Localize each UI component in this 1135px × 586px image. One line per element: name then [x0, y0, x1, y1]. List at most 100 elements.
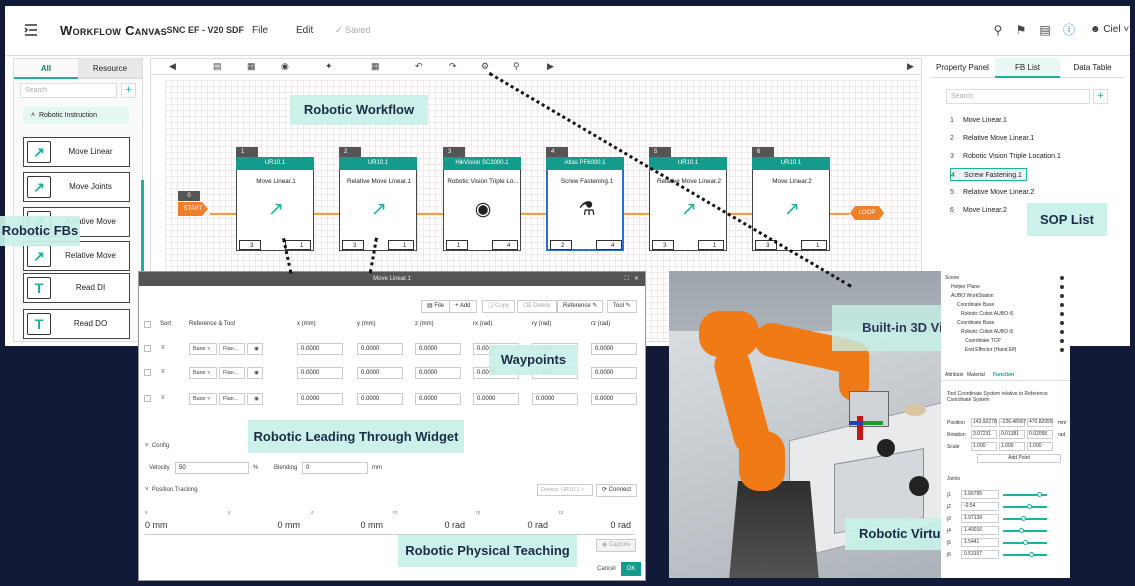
- fb-move-joints[interactable]: ↗ Move Joints: [23, 172, 130, 202]
- joint-input[interactable]: 1.5441: [961, 538, 999, 547]
- robot-icon[interactable]: ⚙: [481, 61, 489, 72]
- fb-read-do[interactable]: T Read DO: [23, 309, 130, 339]
- workflow-node[interactable]: 2 UR10.1 Relative Move Linear.1 ↗ 3 1: [339, 147, 417, 251]
- select-all-checkbox[interactable]: [144, 321, 151, 328]
- reference-select[interactable]: Base ˅: [189, 393, 217, 405]
- waypoint-value-input[interactable]: 0.0000: [297, 343, 343, 355]
- grid-icon[interactable]: ▦: [247, 61, 256, 72]
- visibility-icon[interactable]: [1060, 285, 1064, 289]
- menu-icon[interactable]: [23, 22, 39, 38]
- tab-data-table[interactable]: Data Table: [1060, 58, 1125, 78]
- connect-button[interactable]: ⟳ Connect: [596, 484, 638, 497]
- transform-input[interactable]: 143.92278: [971, 418, 997, 427]
- scene-tree-item[interactable]: Scene: [945, 274, 959, 282]
- joint-input[interactable]: 0.53157: [961, 550, 999, 559]
- menu-edit[interactable]: Edit: [296, 25, 313, 36]
- waypoint-value-input[interactable]: 0.0000: [591, 343, 637, 355]
- waypoint-value-input[interactable]: 0.0000: [415, 393, 461, 405]
- sop-search-input[interactable]: Search: [946, 89, 1090, 104]
- node-output-pin[interactable]: 4: [492, 240, 518, 250]
- slider-handle[interactable]: [1021, 516, 1026, 521]
- node-input-pin[interactable]: 3: [239, 240, 261, 250]
- transform-input[interactable]: 1.000: [1027, 442, 1053, 451]
- slider-handle[interactable]: [1029, 552, 1034, 557]
- joint-slider[interactable]: [1003, 506, 1047, 508]
- joint-input[interactable]: 1.66795: [961, 490, 999, 499]
- tool-select[interactable]: Flan...: [219, 343, 245, 355]
- tree-icon[interactable]: ⚲: [513, 61, 520, 72]
- expand-icon[interactable]: ▶: [907, 61, 914, 72]
- reference-button[interactable]: Reference ✎: [557, 300, 604, 313]
- sop-item[interactable]: 2 Relative Move Linear.1: [950, 132, 1034, 145]
- scene-tree-item[interactable]: Robotic Cobot AUBO i5: [961, 310, 1013, 318]
- menu-file[interactable]: File: [252, 25, 268, 36]
- transform-input[interactable]: -226.48907: [999, 418, 1026, 427]
- collapse-icon[interactable]: ◀: [169, 61, 176, 72]
- row-checkbox[interactable]: [144, 369, 151, 376]
- scene-tree-item[interactable]: End Effector (Hand Elf): [965, 346, 1016, 354]
- tab-fb-list[interactable]: FB List: [995, 58, 1060, 78]
- undo-icon[interactable]: ↶: [415, 61, 423, 72]
- tracking-section[interactable]: ˅ Position Tracking: [145, 487, 198, 493]
- tab-function[interactable]: Function: [993, 372, 1014, 378]
- node-output-pin[interactable]: 4: [596, 240, 622, 250]
- scene-tree-item[interactable]: Coordinate Base: [957, 319, 994, 327]
- waypoint-value-input[interactable]: 0.0000: [357, 343, 403, 355]
- scene-tree-item[interactable]: AUBO WorkStation: [951, 292, 994, 300]
- workflow-node[interactable]: 1 UR10.1 Move Linear.1 ↗ 3 1: [236, 147, 314, 251]
- slider-handle[interactable]: [1037, 492, 1042, 497]
- document-icon[interactable]: ▤: [1037, 22, 1053, 38]
- eye-icon[interactable]: ◉: [247, 367, 263, 379]
- reference-select[interactable]: Base ˅: [189, 343, 217, 355]
- workflow-node[interactable]: 3 HikVision SC3000.1 Robotic Vision Trip…: [443, 147, 521, 251]
- cancel-button[interactable]: Cancel: [597, 566, 616, 572]
- node-input-pin[interactable]: 2: [550, 240, 572, 250]
- section-robotic-instruction[interactable]: ˄ Robotic Instruction: [23, 107, 129, 124]
- visibility-icon[interactable]: [1060, 303, 1064, 307]
- scene-tree-item[interactable]: Helper Plane: [951, 283, 980, 291]
- tool-button[interactable]: Tool ✎: [607, 300, 637, 313]
- tab-material[interactable]: Material: [967, 372, 985, 378]
- transform-input[interactable]: 3.07231: [971, 430, 997, 439]
- fb-search-input[interactable]: Search: [20, 83, 117, 98]
- row-checkbox[interactable]: [144, 395, 151, 402]
- waypoint-value-input[interactable]: 0.0000: [473, 393, 519, 405]
- waypoint-value-input[interactable]: 0.0000: [532, 393, 578, 405]
- node-output-pin[interactable]: 1: [801, 240, 827, 250]
- transform-input[interactable]: 0.01381: [999, 430, 1025, 439]
- visibility-icon[interactable]: [1060, 321, 1064, 325]
- reference-select[interactable]: Base ˅: [189, 367, 217, 379]
- node-input-pin[interactable]: 3: [652, 240, 674, 250]
- node-output-pin[interactable]: 1: [388, 240, 414, 250]
- export-icon[interactable]: ▦: [371, 61, 380, 72]
- view-icon[interactable]: ◉: [281, 61, 289, 72]
- node-input-pin[interactable]: 3: [342, 240, 364, 250]
- drag-handle-icon[interactable]: ≡: [161, 369, 165, 375]
- scene-tree-item[interactable]: Coordinate TCP: [965, 337, 1001, 345]
- start-node[interactable]: 0 START: [178, 191, 208, 216]
- help-icon[interactable]: ⓘ: [1061, 22, 1077, 38]
- add-button[interactable]: + Add: [449, 300, 477, 313]
- joint-input[interactable]: 1.97139: [961, 514, 999, 523]
- slider-handle[interactable]: [1027, 504, 1032, 509]
- tool-select[interactable]: Flan...: [219, 367, 245, 379]
- add-sop-button[interactable]: +: [1093, 89, 1108, 104]
- fb-read-di[interactable]: T Read DI: [23, 273, 130, 303]
- node-output-pin[interactable]: 1: [698, 240, 724, 250]
- tab-attribute[interactable]: Attribute: [945, 372, 964, 378]
- tab-property-panel[interactable]: Property Panel: [930, 58, 995, 78]
- blending-input[interactable]: 0: [302, 462, 368, 474]
- maximize-icon[interactable]: ⛶: [625, 272, 629, 286]
- delete-button[interactable]: ⌫ Delete: [517, 300, 557, 313]
- tab-resource[interactable]: Resource: [78, 59, 142, 79]
- bell-icon[interactable]: ⚑: [1013, 22, 1029, 38]
- eye-icon[interactable]: ◉: [247, 343, 263, 355]
- device-select[interactable]: Device: UR10.1 ˅: [537, 484, 593, 496]
- waypoint-value-input[interactable]: 0.0000: [357, 367, 403, 379]
- back-link[interactable]: ← SNC EF - V20 SDF: [155, 25, 244, 35]
- scrollbar[interactable]: [141, 180, 144, 280]
- waypoint-value-input[interactable]: 0.0000: [297, 393, 343, 405]
- sop-item[interactable]: 5 Relative Move Linear.2: [950, 186, 1034, 199]
- sop-item[interactable]: 3 Robotic Vision Triple Location.1: [950, 150, 1061, 163]
- waypoint-value-input[interactable]: 0.0000: [357, 393, 403, 405]
